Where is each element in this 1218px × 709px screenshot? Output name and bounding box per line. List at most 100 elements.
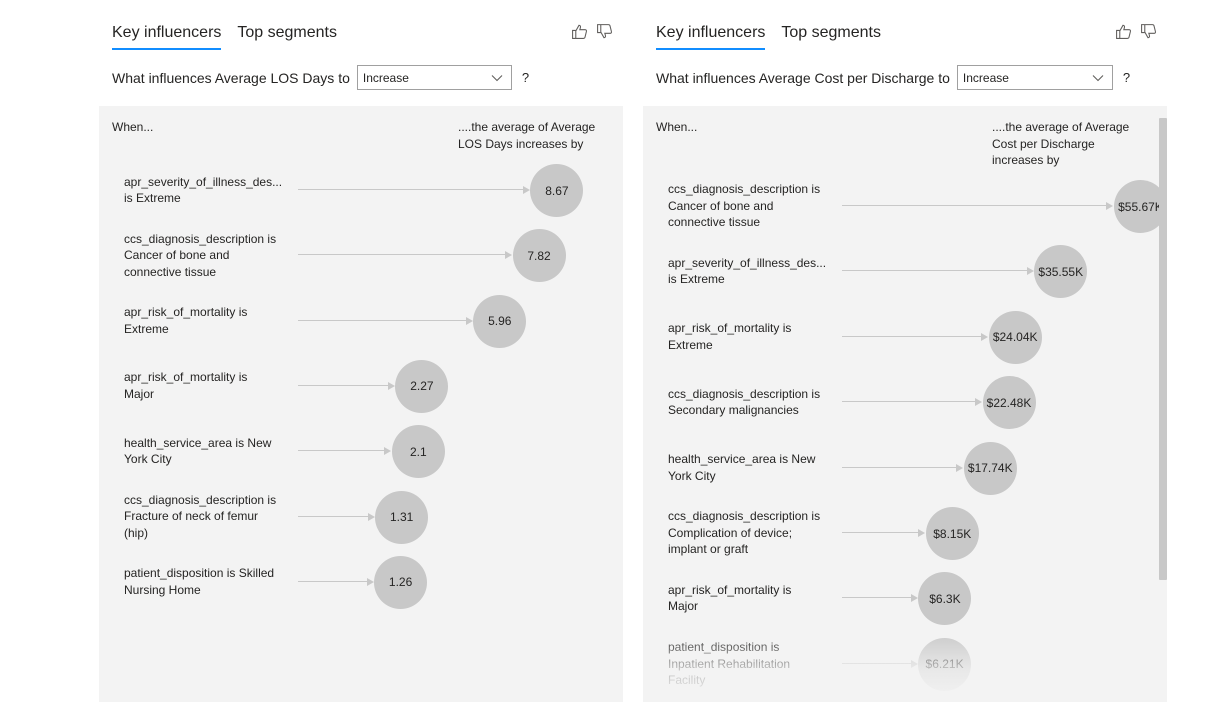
tab-key-influencers[interactable]: Key influencers xyxy=(656,24,766,50)
connector-line xyxy=(298,450,385,452)
influencer-label-text: apr_severity_of_illness_des... is Extrem… xyxy=(124,174,283,206)
average-increase-header: ....the average of Average LOS Days incr… xyxy=(458,120,596,151)
influencer-label[interactable]: apr_risk_of_mortality is Extreme xyxy=(668,304,828,370)
influencer-label[interactable]: patient_disposition is Skilled Nursing H… xyxy=(124,549,284,615)
increase-bubble[interactable]: $35.55K xyxy=(1034,245,1088,299)
influencer-label-text: health_service_area is New York City xyxy=(124,435,272,467)
influencer-row[interactable]: apr_severity_of_illness_des... is Extrem… xyxy=(99,157,623,223)
tab-top-segments[interactable]: Top segments xyxy=(237,24,337,50)
key-influencers-visual-los: Key influencers Top segments What influe… xyxy=(99,0,623,709)
influencer-label[interactable]: ccs_diagnosis_description is Complicatio… xyxy=(668,500,828,566)
increase-bubble[interactable]: $8.15K xyxy=(925,507,979,560)
influencer-label-text: apr_risk_of_mortality is Major xyxy=(668,582,792,614)
increase-bubble[interactable]: $6.3K xyxy=(918,572,972,626)
increase-dropdown[interactable]: Increase xyxy=(956,65,1113,90)
influencer-row[interactable]: patient_disposition is Inpatient Rehabil… xyxy=(643,631,1167,697)
influencer-label[interactable]: health_service_area is New York City xyxy=(124,418,284,484)
influencer-label[interactable]: ccs_diagnosis_description is Cancer of b… xyxy=(668,173,828,239)
influencer-label[interactable]: apr_risk_of_mortality is Major xyxy=(668,565,828,631)
connector-arrow xyxy=(918,529,926,537)
influencer-row[interactable]: apr_risk_of_mortality is Major 2.27 xyxy=(99,353,623,419)
increase-bubble[interactable]: $6.21K xyxy=(918,637,972,691)
connector-arrow xyxy=(505,251,512,260)
influencer-label[interactable]: apr_risk_of_mortality is Major xyxy=(124,353,284,419)
increase-bubble[interactable]: 1.31 xyxy=(375,490,429,544)
increase-bubble[interactable]: 2.27 xyxy=(395,359,449,413)
help-icon[interactable]: ? xyxy=(1123,70,1130,85)
tab-bar: Key influencers Top segments xyxy=(112,24,353,50)
tab-key-influencers[interactable]: Key influencers xyxy=(112,24,222,50)
influencer-label[interactable]: ccs_diagnosis_description is Secondary m… xyxy=(668,369,828,435)
influencer-label-text: patient_disposition is Skilled Nursing H… xyxy=(124,566,275,597)
influencer-row[interactable]: ccs_diagnosis_description is Secondary m… xyxy=(643,369,1167,435)
increase-bubble[interactable]: $24.04K xyxy=(988,310,1042,364)
influencer-label[interactable]: ccs_diagnosis_description is Fracture of… xyxy=(124,484,284,550)
increase-bubble[interactable]: $17.74K xyxy=(963,441,1017,495)
increase-bubble[interactable]: $22.48K xyxy=(982,376,1036,430)
thumbs-down-icon[interactable] xyxy=(596,23,613,40)
connector-arrow xyxy=(981,332,989,341)
influencers-panel: When... ....the average of Average LOS D… xyxy=(99,106,623,702)
dropdown-value: Increase xyxy=(962,70,1009,85)
influencer-row[interactable]: apr_severity_of_illness_des... is Extrem… xyxy=(643,238,1167,304)
influencer-label[interactable]: health_service_area is New York City xyxy=(668,435,828,501)
scrollbar[interactable] xyxy=(1159,118,1167,580)
increase-bubble[interactable]: 2.1 xyxy=(391,425,445,479)
thumbs-down-icon[interactable] xyxy=(1140,23,1157,40)
thumbs-up-icon[interactable] xyxy=(1115,23,1132,40)
influencer-label-text: health_service_area is New York City xyxy=(668,452,816,483)
influencer-label[interactable]: apr_severity_of_illness_des... is Extrem… xyxy=(124,157,284,223)
increase-dropdown[interactable]: Increase xyxy=(356,65,512,90)
connector-line xyxy=(298,189,523,190)
influencer-row[interactable]: ccs_diagnosis_description is Fracture of… xyxy=(99,484,623,550)
influence-question: What influences Average Cost per Dischar… xyxy=(656,65,1130,90)
tab-top-segments[interactable]: Top segments xyxy=(781,24,881,50)
connector-arrow xyxy=(367,512,375,521)
connector-line xyxy=(298,319,466,321)
influencer-row[interactable]: ccs_diagnosis_description is Cancer of b… xyxy=(643,173,1167,239)
connector-arrow xyxy=(366,577,374,586)
increase-bubble[interactable]: 5.96 xyxy=(473,294,527,348)
connector-arrow xyxy=(910,594,918,603)
influencer-label[interactable]: apr_severity_of_illness_des... is Extrem… xyxy=(668,238,828,304)
thumbs-up-icon[interactable] xyxy=(571,23,588,40)
connector-arrow xyxy=(1106,202,1114,210)
connector-line xyxy=(842,205,1107,206)
influencer-row[interactable]: apr_risk_of_mortality is Extreme 5.96 xyxy=(99,288,623,354)
influencer-label[interactable]: ccs_diagnosis_description is Cancer of b… xyxy=(124,222,284,288)
when-label: When... xyxy=(656,120,698,134)
influencer-row[interactable]: health_service_area is New York City $17.… xyxy=(643,435,1167,501)
influencer-row[interactable]: patient_disposition is Skilled Nursing H… xyxy=(99,549,623,615)
influencer-label-text: ccs_diagnosis_description is Secondary m… xyxy=(668,386,821,418)
influencer-label[interactable]: apr_risk_of_mortality is Extreme xyxy=(124,288,284,354)
key-influencers-visual-cost: Key influencers Top segments What influe… xyxy=(643,0,1167,709)
influencer-label-text: ccs_diagnosis_description is Cancer of b… xyxy=(124,231,277,279)
influencer-row[interactable]: health_service_area is New York City 2.1 xyxy=(99,418,623,484)
influencer-row[interactable]: apr_risk_of_mortality is Extreme $24.04K xyxy=(643,304,1167,370)
influence-question: What influences Average LOS Days to Incr… xyxy=(112,65,529,90)
connector-line xyxy=(842,662,911,664)
connector-line xyxy=(298,515,368,517)
influencer-row[interactable]: ccs_diagnosis_description is Cancer of b… xyxy=(99,222,623,288)
dropdown-value: Increase xyxy=(362,70,409,85)
chevron-down-icon xyxy=(1092,74,1104,81)
connector-arrow xyxy=(387,381,395,390)
chevron-down-icon xyxy=(491,74,503,81)
influencer-label[interactable]: patient_disposition is Inpatient Rehabil… xyxy=(668,631,828,697)
feedback-buttons xyxy=(571,23,613,40)
influencer-label-text: apr_risk_of_mortality is Extreme xyxy=(124,305,248,336)
influencer-row[interactable]: ccs_diagnosis_description is Complicatio… xyxy=(643,500,1167,566)
increase-bubble[interactable]: 8.67 xyxy=(530,164,584,217)
help-icon[interactable]: ? xyxy=(522,70,529,85)
connector-line xyxy=(298,254,505,256)
influencer-label-text: patient_disposition is Inpatient Rehabil… xyxy=(668,640,791,688)
increase-bubble[interactable]: 1.26 xyxy=(374,555,428,609)
increase-bubble[interactable]: 7.82 xyxy=(512,229,566,283)
influencer-label-text: ccs_diagnosis_description is Cancer of b… xyxy=(668,182,821,230)
connector-arrow xyxy=(522,186,530,194)
tab-bar: Key influencers Top segments xyxy=(656,24,897,50)
influencers-panel: When... ....the average of Average Cost … xyxy=(643,106,1167,702)
connector-arrow xyxy=(384,447,392,456)
influencer-row[interactable]: apr_risk_of_mortality is Major $6.3K xyxy=(643,565,1167,631)
connector-arrow xyxy=(1026,267,1034,276)
